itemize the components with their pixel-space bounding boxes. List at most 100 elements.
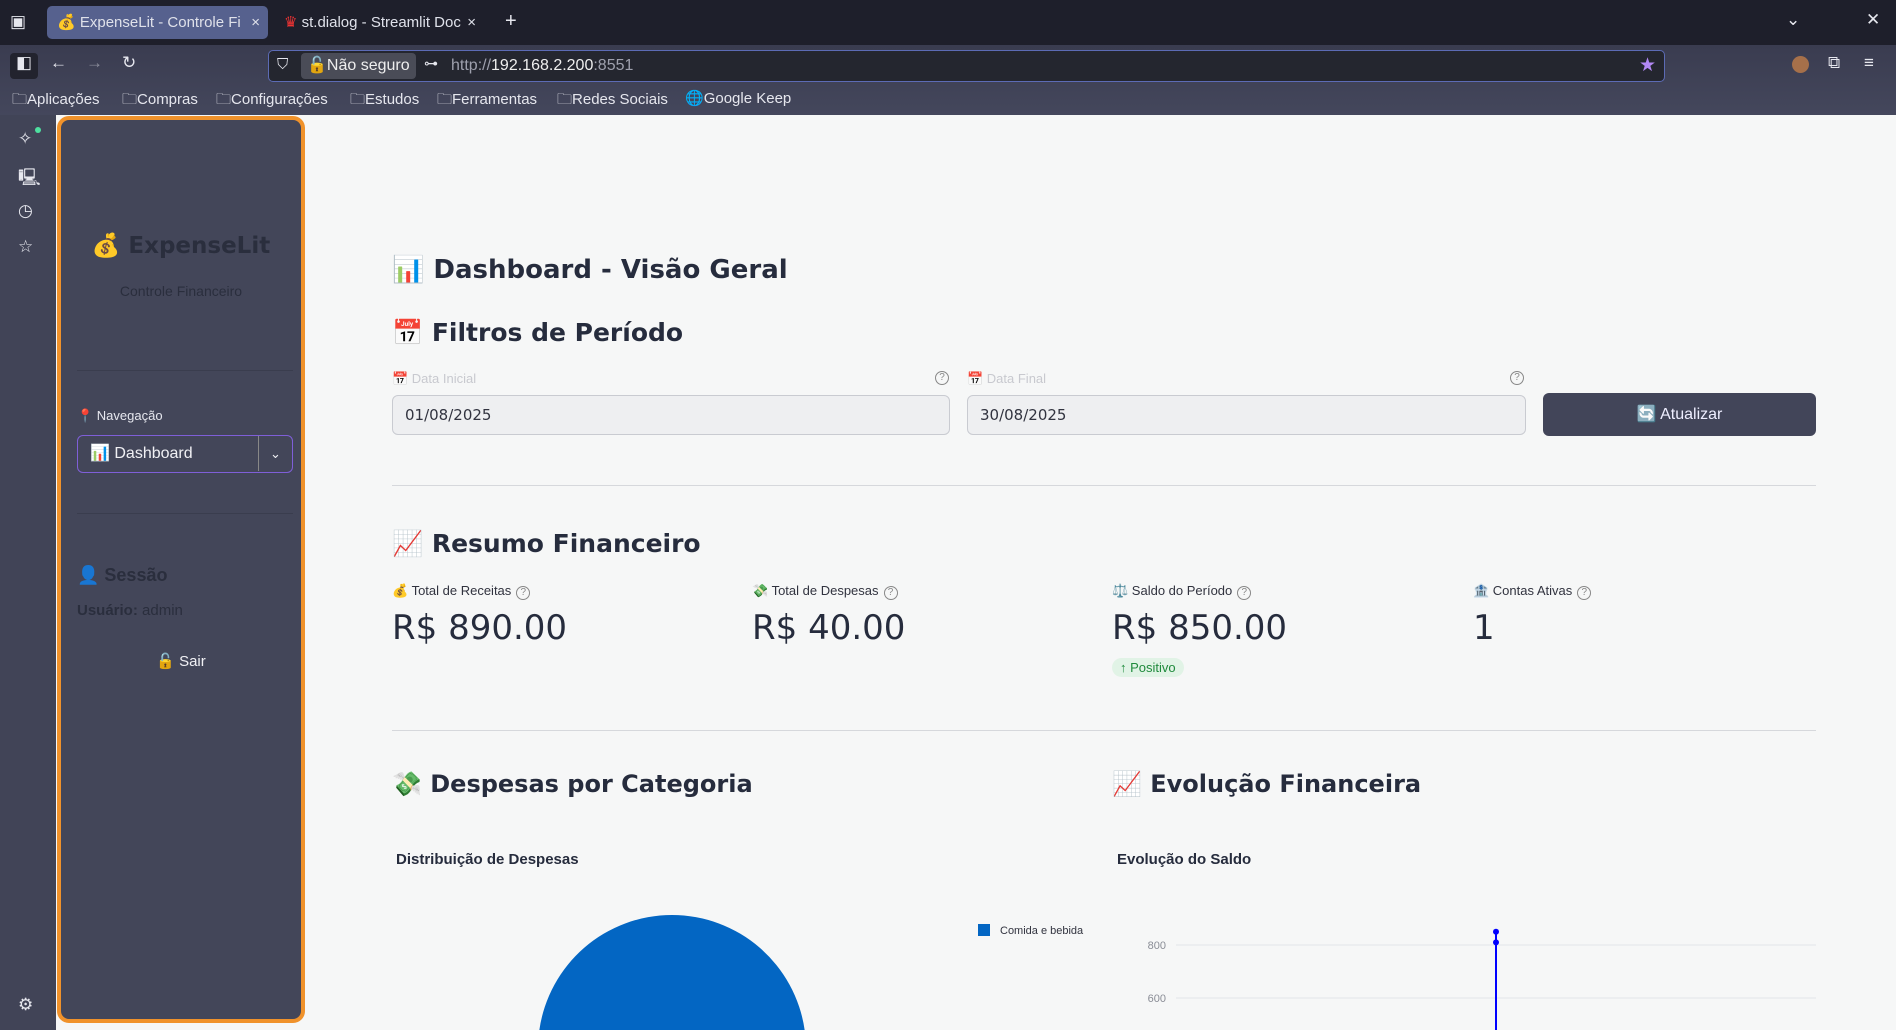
close-tab-icon[interactable]: × (467, 6, 476, 39)
forward-icon[interactable]: → (86, 53, 103, 73)
bookmark-label: Aplicações (27, 91, 100, 108)
metric-label: ⚖️ Saldo do Período (1112, 583, 1233, 598)
globe-icon: 🌐 (685, 90, 704, 107)
pie-legend-item[interactable]: Comida e bebida (978, 924, 1083, 937)
help-icon[interactable]: ? (935, 371, 949, 385)
page-title: 📊 Dashboard - Visão Geral (392, 255, 788, 285)
help-icon[interactable]: ? (516, 586, 531, 600)
back-icon[interactable]: ← (50, 53, 67, 73)
session-title: 👤 Sessão (77, 565, 168, 585)
tab-st-dialog[interactable]: ♛ st.dialog - Streamlit Doc × (274, 6, 484, 39)
metric-value: R$ 850.00 (1112, 608, 1288, 648)
filters-title: 📅 Filtros de Período (392, 318, 684, 347)
url-host: 192.168.2.200 (491, 57, 594, 74)
tab-overview-icon[interactable]: ▣ (10, 12, 26, 32)
bookmark-label: Google Keep (703, 90, 792, 107)
legend-swatch (978, 924, 990, 936)
folder-icon: 🗀 (350, 91, 366, 108)
metric-saldo-periodo: ⚖️ Saldo do Período? R$ 850.00 ↑ Positivo (1112, 583, 1287, 677)
metric-value: R$ 890.00 (392, 608, 568, 648)
metric-value: 1 (1473, 608, 1495, 648)
bookmark-aplicacoes[interactable]: 🗀Aplicações (12, 89, 100, 114)
help-icon[interactable]: ? (883, 586, 898, 600)
chevron-down-icon[interactable]: ⌄ (1786, 10, 1800, 30)
notification-dot (35, 127, 41, 133)
bookmark-google-keep[interactable]: 🌐Google Keep (685, 89, 791, 107)
y-tick-label: 600 (1148, 993, 1166, 1005)
url-prefix: http:// (451, 57, 492, 74)
end-date-label: 📅 Data Final (967, 371, 1047, 386)
delta-badge: ↑ Positivo (1112, 658, 1184, 677)
folder-icon: 🗀 (437, 91, 453, 108)
tab-expenselit[interactable]: 💰 ExpenseLit - Controle Fi × (47, 6, 268, 39)
divider (77, 513, 293, 514)
shield-icon: ⛉ (277, 56, 289, 73)
navigation-select[interactable]: 📊 Dashboard ⌄ (77, 435, 293, 473)
expenses-title: 💸 Despesas por Categoria (392, 770, 753, 798)
help-icon[interactable]: ? (1577, 586, 1592, 600)
start-date-input[interactable]: 01/08/2025 (392, 395, 950, 435)
bookmark-compras[interactable]: 🗀Compras (122, 89, 198, 114)
help-icon[interactable]: ? (1237, 586, 1252, 600)
bookmark-ferramentas[interactable]: 🗀Ferramentas (437, 89, 537, 114)
line-chart-title: Evolução do Saldo (1117, 851, 1252, 868)
bookmark-label: Ferramentas (452, 91, 538, 108)
evolution-title: 📈 Evolução Financeira (1112, 770, 1422, 798)
bookmark-label: Configurações (231, 91, 328, 108)
bookmark-configuracoes[interactable]: 🗀Configurações (216, 89, 328, 114)
security-label: Não seguro (326, 57, 410, 74)
extensions-icon[interactable]: ⧉ (1828, 53, 1840, 73)
tab-label: st.dialog - Streamlit Doc (301, 14, 461, 31)
settings-gear-icon[interactable]: ⚙ (18, 995, 33, 1015)
menu-icon[interactable]: ≡ (1864, 53, 1874, 73)
user-label: Usuário: (77, 602, 138, 619)
chevron-down-icon[interactable]: ⌄ (258, 436, 292, 471)
metric-label: 💸 Total de Despesas (752, 583, 879, 598)
end-date-input[interactable]: 30/08/2025 (967, 395, 1526, 435)
pie-chart-title: Distribuição de Despesas (396, 851, 579, 868)
sidebar-toggle-icon[interactable]: ◧ (10, 53, 38, 79)
refresh-button[interactable]: 🔄 Atualizar (1543, 393, 1816, 436)
divider (392, 485, 1816, 486)
bookmark-label: Compras (137, 91, 198, 108)
logout-button[interactable]: 🔓 Sair (61, 652, 301, 670)
tab-bar: ▣ 💰 ExpenseLit - Controle Fi × ♛ st.dial… (0, 0, 1896, 45)
app-sidebar: 💰 ExpenseLit Controle Financeiro 📍 Naveg… (57, 116, 305, 1023)
bookmark-star-icon[interactable]: ★ (1639, 54, 1656, 77)
user-info: Usuário: admin (77, 602, 183, 619)
sparkle-ai-icon[interactable]: ✧ (18, 129, 32, 149)
security-indicator[interactable]: 🔓Não seguro (301, 53, 416, 79)
line-chart[interactable]: 600 800 (1100, 900, 1896, 1030)
navigation-label: 📍 Navegação (77, 408, 163, 423)
bookmarks-icon[interactable]: ☆ (18, 237, 33, 257)
help-icon[interactable]: ? (1510, 371, 1524, 385)
reload-icon[interactable]: ↻ (122, 53, 136, 73)
bookmark-estudos[interactable]: 🗀Estudos (350, 89, 419, 114)
selected-page: 📊 Dashboard (90, 445, 193, 462)
divider (77, 370, 293, 371)
history-icon[interactable]: ◷ (18, 201, 33, 221)
bookmark-label: Redes Sociais (572, 91, 668, 108)
new-tab-icon[interactable]: + (505, 10, 517, 33)
app-subtitle: Controle Financeiro (119, 283, 243, 299)
pie-chart[interactable] (392, 880, 1092, 1030)
summary-title: 📈 Resumo Financeiro (392, 529, 701, 558)
close-tab-icon[interactable]: × (251, 6, 260, 39)
legend-label: Comida e bebida (1000, 925, 1084, 937)
close-window-icon[interactable]: ✕ (1866, 10, 1880, 30)
synced-tabs-icon[interactable]: 🖳 (18, 165, 41, 194)
metric-value: R$ 40.00 (752, 608, 906, 648)
app-title: 💰 ExpenseLit (91, 233, 271, 259)
folder-icon: 🗀 (557, 91, 573, 108)
folder-icon: 🗀 (122, 91, 138, 108)
profile-avatar[interactable] (1792, 56, 1809, 73)
metric-total-receitas: 💰 Total de Receitas? R$ 890.00 (392, 583, 567, 648)
folder-icon: 🗀 (216, 91, 232, 108)
bookmark-redes-sociais[interactable]: 🗀Redes Sociais (557, 89, 668, 114)
address-bar[interactable]: ⛉ 🔓Não seguro ⊶ http://192.168.2.200:855… (268, 50, 1665, 82)
folder-icon: 🗀 (12, 91, 28, 108)
metric-total-despesas: 💸 Total de Despesas? R$ 40.00 (752, 583, 905, 648)
divider (392, 730, 1816, 731)
start-date-label: 📅 Data Inicial (392, 371, 477, 386)
metric-contas-ativas: 🏦 Contas Ativas? 1 (1473, 583, 1592, 648)
